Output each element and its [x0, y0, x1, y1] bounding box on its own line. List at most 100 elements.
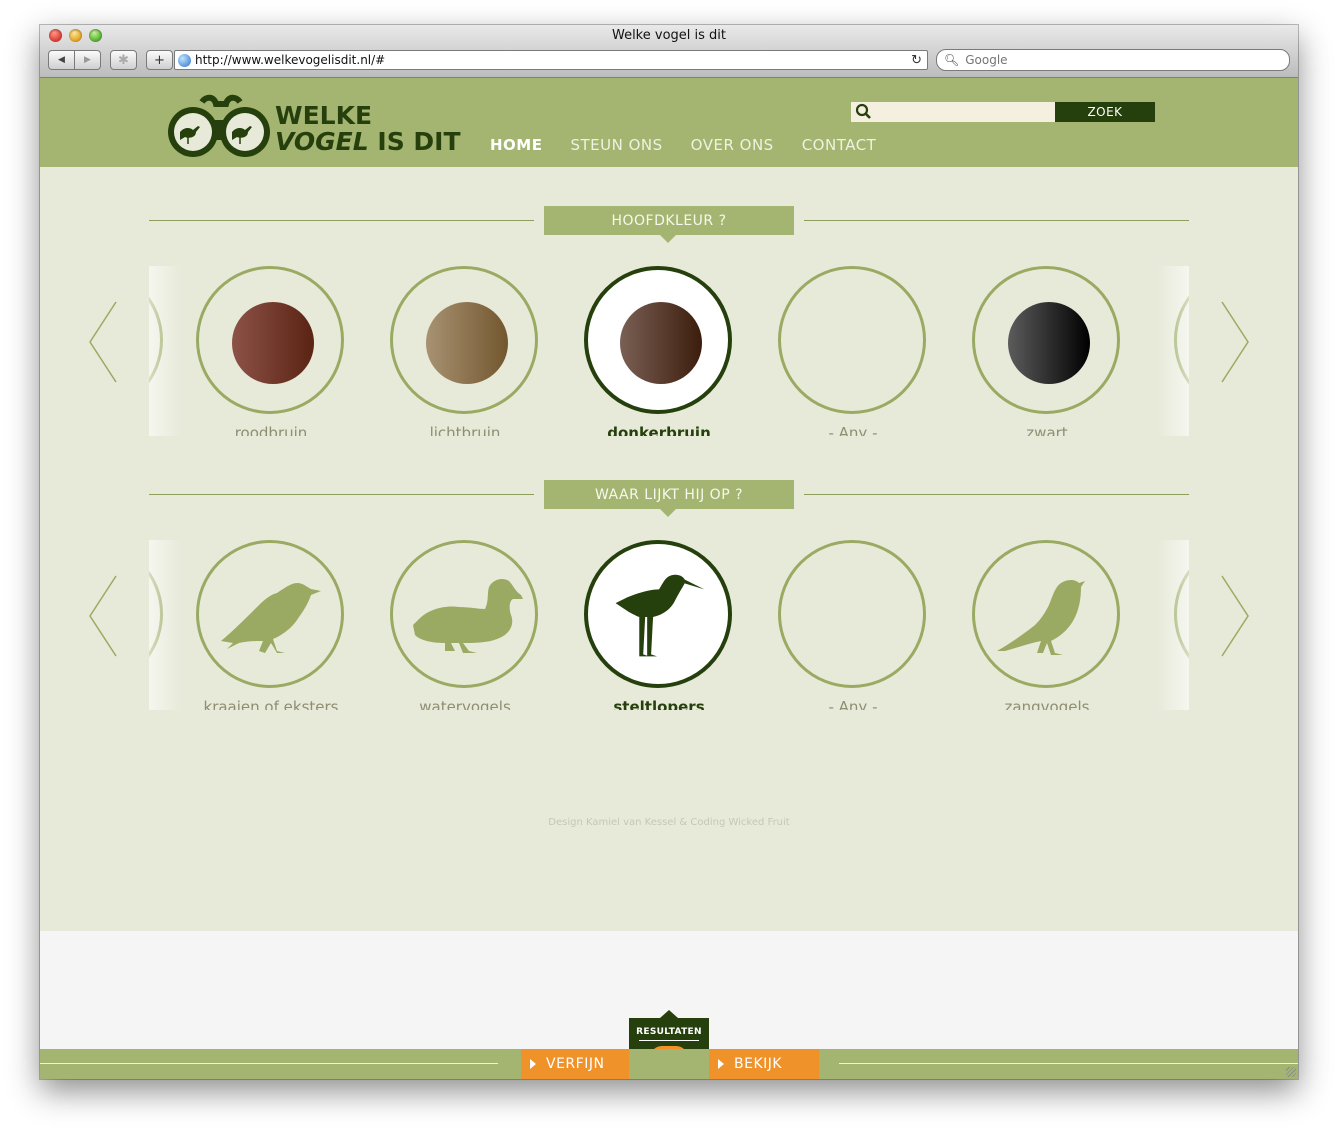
crow-icon — [221, 583, 321, 653]
shape-section-title: WAAR LIJKT HIJ OP ? — [544, 480, 794, 517]
color-option-label: zwart — [1026, 424, 1068, 436]
color-option-roodbruin[interactable]: roodbruin — [174, 266, 368, 436]
nav-over-ons[interactable]: OVER ONS — [691, 136, 774, 154]
color-next-arrow-icon[interactable] — [1214, 300, 1250, 384]
nav-contact[interactable]: CONTACT — [802, 136, 877, 154]
color-swatch — [426, 302, 508, 384]
shape-option-label: watervogels — [419, 698, 511, 710]
browser-search-input[interactable] — [963, 52, 1289, 68]
shape-carousel: kraaien of eksters watervogels steltlope… — [149, 540, 1189, 710]
shape-option-ring — [778, 540, 926, 688]
divider — [149, 220, 534, 221]
search-button[interactable]: ZOEK — [1055, 102, 1155, 122]
divider — [804, 220, 1189, 221]
divider — [149, 494, 534, 495]
divider — [804, 494, 1189, 495]
shape-option-watervogels[interactable]: watervogels — [368, 540, 562, 710]
divider — [839, 1063, 1298, 1064]
globe-icon — [178, 53, 191, 67]
shape-option-label: - Any - — [828, 698, 878, 710]
reload-icon[interactable]: ↻ — [911, 53, 922, 68]
color-option-lichtbruin[interactable]: lichtbruin — [368, 266, 562, 436]
shape-option-ring — [972, 540, 1120, 688]
forward-button[interactable]: ▶ — [75, 50, 101, 70]
color-option-ring — [196, 266, 344, 414]
color-swatch — [620, 302, 702, 384]
color-option-ring — [972, 266, 1120, 414]
color-option-ring — [778, 266, 926, 414]
bottom-bar: VERFIJN BEKIJK — [40, 1049, 1298, 1079]
songbird-icon — [997, 580, 1085, 655]
nav-home[interactable]: HOME — [490, 136, 542, 154]
site-search-input[interactable] — [874, 104, 1048, 120]
shape-option-label: zangvogels — [1004, 698, 1090, 710]
magnifier-icon: 🔍︎ — [944, 53, 960, 67]
nav-steun-ons[interactable]: STEUN ONS — [570, 136, 662, 154]
color-option-label: roodbruin — [234, 424, 308, 436]
carousel-fade-left — [149, 540, 181, 710]
divider — [40, 1063, 498, 1064]
browser-search-field[interactable]: 🔍︎ — [936, 49, 1290, 71]
color-option-donkerbruin[interactable]: donkerbruin — [562, 266, 756, 436]
action-gear-icon[interactable]: ✱ — [110, 50, 137, 70]
site-search: ZOEK — [851, 102, 1157, 122]
logo-line-1: WELKE — [275, 101, 373, 130]
color-option-label: lichtbruin — [429, 424, 501, 436]
color-option-zwart[interactable]: zwart — [950, 266, 1144, 436]
logo-line-2: VOGEL IS DIT — [275, 129, 461, 155]
refine-label: VERFIJN — [546, 1056, 605, 1072]
shape-option-label: kraaien of eksters — [203, 698, 339, 710]
shape-option-kraaien[interactable]: kraaien of eksters — [174, 540, 368, 710]
page-content: WELKE VOGEL IS DIT ZOEK HOME STEUN ONS O… — [40, 78, 1298, 1079]
duck-icon — [413, 579, 523, 653]
carousel-fade-right — [1157, 266, 1189, 436]
shape-option-any[interactable]: - Any - — [756, 540, 950, 710]
carousel-fade-right — [1157, 540, 1189, 710]
color-prev-arrow-icon[interactable] — [88, 300, 124, 384]
browser-window: Welke vogel is dit ◀ ▶ ✱ + http://www.we… — [40, 25, 1298, 1079]
shape-section-header: WAAR LIJKT HIJ OP ? — [149, 480, 1189, 517]
shape-option-ring — [390, 540, 538, 688]
url-text: http://www.welkevogelisdit.nl/# — [195, 53, 386, 67]
color-section-title: HOOFDKLEUR ? — [544, 206, 794, 243]
main-area: HOOFDKLEUR ? roodbruin lichtbruin donker… — [40, 167, 1298, 931]
shape-option-ring — [196, 540, 344, 688]
results-label: RESULTATEN — [636, 1027, 702, 1037]
color-option-ring-selected — [584, 266, 732, 414]
color-option-any[interactable]: - Any - — [756, 266, 950, 436]
color-option-ring — [390, 266, 538, 414]
shape-option-label: steltlopers — [613, 698, 705, 710]
shape-next-arrow-icon[interactable] — [1214, 574, 1250, 658]
back-button[interactable]: ◀ — [48, 50, 75, 70]
history-buttons: ◀ ▶ — [48, 50, 101, 70]
view-button[interactable]: BEKIJK — [709, 1049, 819, 1079]
site-search-field[interactable] — [851, 102, 1055, 122]
color-option-label: donkerbruin — [607, 424, 711, 436]
play-arrow-icon — [718, 1059, 724, 1069]
carousel-fade-left — [149, 266, 181, 436]
title-bar: Welke vogel is dit ◀ ▶ ✱ + http://www.we… — [40, 25, 1298, 78]
shape-option-steltlopers[interactable]: steltlopers — [562, 540, 756, 710]
window-title: Welke vogel is dit — [611, 28, 727, 43]
color-swatch — [1008, 302, 1090, 384]
logo-text[interactable]: WELKE VOGEL IS DIT — [275, 103, 461, 155]
color-carousel: roodbruin lichtbruin donkerbruin - Any -… — [149, 266, 1189, 436]
wader-icon — [615, 574, 705, 657]
logo-word-vogel: VOGEL — [275, 127, 369, 156]
footer-credit: Design Kamiel van Kessel & Coding Wicked… — [548, 817, 790, 828]
shape-option-zangvogels[interactable]: zangvogels — [950, 540, 1144, 710]
shape-option-ring-selected — [584, 540, 732, 688]
play-arrow-icon — [530, 1059, 536, 1069]
view-label: BEKIJK — [734, 1056, 783, 1072]
binoculars-logo-icon[interactable] — [166, 94, 276, 160]
results-underline — [639, 1040, 699, 1041]
site-header: WELKE VOGEL IS DIT ZOEK HOME STEUN ONS O… — [40, 78, 1298, 167]
refine-button[interactable]: VERFIJN — [521, 1049, 629, 1079]
color-section-header: HOOFDKLEUR ? — [149, 206, 1189, 243]
main-nav: HOME STEUN ONS OVER ONS CONTACT — [490, 136, 876, 154]
shape-prev-arrow-icon[interactable] — [88, 574, 124, 658]
add-bookmark-button[interactable]: + — [146, 50, 173, 70]
address-bar[interactable]: http://www.welkevogelisdit.nl/# ↻ — [174, 50, 928, 70]
color-swatch — [232, 302, 314, 384]
resize-grip-icon[interactable] — [1286, 1067, 1296, 1077]
